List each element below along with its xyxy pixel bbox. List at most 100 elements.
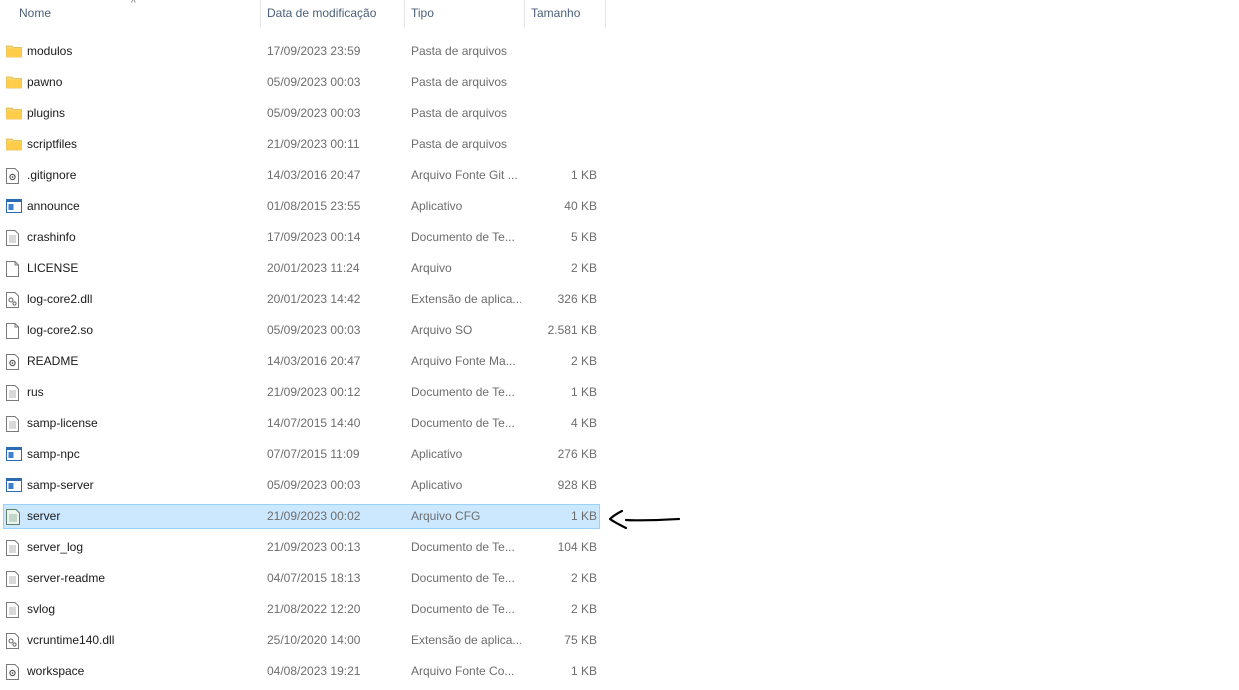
file-name: crashinfo bbox=[27, 230, 76, 244]
file-name: workspace bbox=[27, 664, 85, 678]
file-type: Documento de Te... bbox=[411, 571, 515, 585]
folder-icon bbox=[6, 75, 22, 90]
file-row[interactable]: plugins 05/09/2023 00:03 Pasta de arquivos bbox=[0, 101, 606, 132]
file-size bbox=[527, 70, 597, 95]
column-header: Nome ^ Data de modificação Tipo Tamanho bbox=[0, 0, 606, 27]
blank-file-icon bbox=[6, 261, 22, 277]
text-file-icon bbox=[6, 230, 22, 246]
file-size: 1 KB bbox=[570, 664, 597, 678]
text-file-icon bbox=[6, 571, 22, 587]
file-modified-date: 14/03/2016 20:47 bbox=[267, 354, 361, 368]
file-name: samp-npc bbox=[27, 447, 80, 461]
file-row[interactable]: announce 01/08/2015 23:55 Aplicativo 40 KB bbox=[0, 194, 606, 225]
file-row[interactable]: log-core2.dll 20/01/2023 14:42 Extensão de… bbox=[0, 287, 606, 318]
file-size: 326 KB bbox=[557, 292, 597, 306]
file-type: Arquivo bbox=[411, 261, 452, 275]
folder-icon bbox=[6, 106, 22, 121]
file-modified-date: 21/08/2022 12:20 bbox=[267, 602, 361, 616]
file-name: vcruntime140.dll bbox=[27, 633, 115, 647]
file-row[interactable]: samp-license 14/07/2015 14:40 Documento de… bbox=[0, 411, 606, 442]
file-modified-date: 25/10/2020 14:00 bbox=[267, 633, 361, 647]
file-modified-date: 07/07/2015 11:09 bbox=[267, 447, 360, 461]
file-name: scriptfiles bbox=[27, 137, 78, 151]
file-modified-date: 20/01/2023 11:24 bbox=[267, 261, 360, 275]
file-type: Documento de Te... bbox=[411, 230, 515, 244]
file-size: 104 KB bbox=[557, 540, 597, 554]
column-header-type-label: Tipo bbox=[411, 6, 434, 20]
file-name: server bbox=[27, 509, 61, 523]
file-row[interactable]: pawno 05/09/2023 00:03 Pasta de arquivos bbox=[0, 70, 606, 101]
file-name: samp-server bbox=[27, 478, 94, 492]
source-file-icon bbox=[6, 168, 22, 184]
column-header-size[interactable]: Tamanho bbox=[524, 0, 606, 27]
file-row[interactable]: vcruntime140.dll 25/10/2020 14:00 Extensão… bbox=[0, 628, 606, 659]
file-row[interactable]: modulos 17/09/2023 23:59 Pasta de arquivos bbox=[0, 39, 606, 70]
file-row[interactable]: .gitignore 14/03/2016 20:47 Arquivo Fonte … bbox=[0, 163, 606, 194]
file-row[interactable]: samp-npc 07/07/2015 11:09 Aplicativo 276 KB bbox=[0, 442, 606, 473]
application-icon bbox=[6, 447, 22, 462]
file-type: Pasta de arquivos bbox=[411, 75, 508, 89]
file-name: svlog bbox=[27, 602, 56, 616]
file-row[interactable]: server-readme 04/07/2015 18:13 Documento d… bbox=[0, 566, 606, 597]
file-type: Pasta de arquivos bbox=[411, 44, 508, 58]
file-row[interactable]: log-core2.so 05/09/2023 00:03 Arquivo SO 2.… bbox=[0, 318, 606, 349]
file-type: Documento de Te... bbox=[411, 416, 515, 430]
column-header-name-label: Nome bbox=[19, 6, 52, 20]
file-modified-date: 04/08/2023 19:21 bbox=[267, 664, 361, 678]
file-type: Documento de Te... bbox=[411, 602, 515, 616]
file-size: 1 KB bbox=[570, 385, 597, 399]
file-name: .gitignore bbox=[27, 168, 77, 182]
file-modified-date: 04/07/2015 18:13 bbox=[267, 571, 361, 585]
file-modified-date: 21/09/2023 00:11 bbox=[267, 137, 360, 151]
file-name: README bbox=[27, 354, 79, 368]
file-row[interactable]: workspace 04/08/2023 19:21 Arquivo Fonte C… bbox=[0, 659, 606, 690]
file-type: Pasta de arquivos bbox=[411, 106, 508, 120]
column-header-date[interactable]: Data de modificação bbox=[260, 0, 404, 27]
file-row[interactable]: LICENSE 20/01/2023 11:24 Arquivo 2 KB bbox=[0, 256, 606, 287]
file-modified-date: 01/08/2015 23:55 bbox=[267, 199, 361, 213]
file-type: Extensão de aplica... bbox=[411, 633, 521, 647]
file-modified-date: 14/07/2015 14:40 bbox=[267, 416, 361, 430]
file-row[interactable]: rus 21/09/2023 00:12 Documento de Te... 1 K… bbox=[0, 380, 606, 411]
file-modified-date: 17/09/2023 00:14 bbox=[267, 230, 361, 244]
file-size: 75 KB bbox=[564, 633, 597, 647]
column-header-size-label: Tamanho bbox=[531, 6, 581, 20]
file-size: 1 KB bbox=[570, 168, 597, 182]
file-type: Aplicativo bbox=[411, 199, 463, 213]
text-file-icon bbox=[6, 602, 22, 618]
file-row[interactable]: scriptfiles 21/09/2023 00:11 Pasta de arqu… bbox=[0, 132, 606, 163]
file-size: 2 KB bbox=[570, 354, 597, 368]
column-header-name[interactable]: Nome bbox=[13, 0, 259, 27]
file-modified-date: 20/01/2023 14:42 bbox=[267, 292, 361, 306]
application-icon bbox=[6, 199, 22, 214]
file-size: 40 KB bbox=[564, 199, 597, 213]
file-modified-date: 05/09/2023 00:03 bbox=[267, 106, 361, 120]
file-row[interactable]: samp-server 05/09/2023 00:03 Aplicativo 928… bbox=[0, 473, 606, 504]
file-size bbox=[527, 39, 597, 64]
file-row[interactable]: README 14/03/2016 20:47 Arquivo Fonte Ma..… bbox=[0, 349, 606, 380]
file-type: Arquivo SO bbox=[411, 323, 473, 337]
file-size: 2 KB bbox=[570, 261, 597, 275]
file-modified-date: 21/09/2023 00:02 bbox=[267, 509, 361, 523]
file-row[interactable]: server_log 21/09/2023 00:13 Documento de T… bbox=[0, 535, 606, 566]
file-size: 4 KB bbox=[570, 416, 597, 430]
file-name: plugins bbox=[27, 106, 66, 120]
text-file-icon bbox=[6, 416, 22, 432]
file-name: log-core2.so bbox=[27, 323, 94, 337]
file-type: Documento de Te... bbox=[411, 385, 515, 399]
file-name: rus bbox=[27, 385, 44, 399]
column-header-type[interactable]: Tipo bbox=[404, 0, 524, 27]
file-size: 2 KB bbox=[570, 602, 597, 616]
text-file-icon bbox=[6, 540, 22, 556]
file-modified-date: 21/09/2023 00:12 bbox=[267, 385, 361, 399]
file-row[interactable]: svlog 21/08/2022 12:20 Documento de Te... 2… bbox=[0, 597, 606, 628]
file-type: Arquivo Fonte Co... bbox=[411, 664, 515, 678]
folder-icon bbox=[6, 137, 22, 152]
file-row[interactable]: server 21/09/2023 00:02 Arquivo CFG 1 KB bbox=[0, 504, 606, 535]
annotation-arrow bbox=[608, 509, 681, 530]
file-modified-date: 05/09/2023 00:03 bbox=[267, 478, 361, 492]
dll-file-icon bbox=[6, 633, 22, 649]
file-row[interactable]: crashinfo 17/09/2023 00:14 Documento de Te… bbox=[0, 225, 606, 256]
file-size bbox=[527, 132, 597, 157]
file-type: Extensão de aplica... bbox=[411, 292, 521, 306]
